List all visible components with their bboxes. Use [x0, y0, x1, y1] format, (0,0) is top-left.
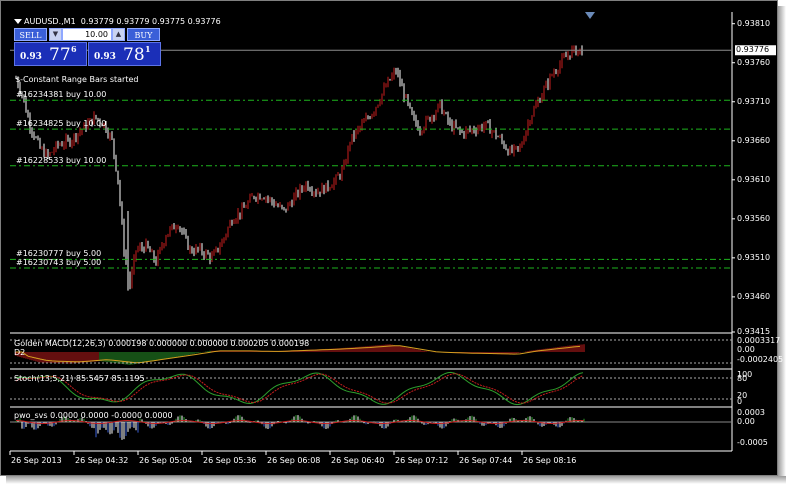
- ask-price-box[interactable]: 0.93 78 1: [88, 42, 161, 66]
- triangle-down-icon: [14, 19, 22, 24]
- one-click-trading-panel: SELL ▼ ▲ BUY 0.93 77 6 0.93 78 1: [14, 27, 161, 67]
- ask-price-prefix: 0.93: [94, 52, 116, 62]
- bid-price-pips: 77: [49, 45, 71, 65]
- time-axis-label: 26 Sep 04:32: [75, 456, 129, 465]
- order-label: #16234381 buy 10.00: [16, 90, 107, 100]
- time-axis-label: 26 Sep 05:04: [139, 456, 193, 465]
- time-axis-label: 26 Sep 07:12: [395, 456, 449, 465]
- lot-increase-button[interactable]: ▲: [112, 28, 125, 41]
- current-price-label: 0.93776: [736, 45, 770, 55]
- buy-button[interactable]: BUY: [127, 28, 160, 41]
- order-label: #16230743 buy 5.00: [16, 258, 102, 267]
- price-axis-label: 0.93760: [737, 57, 771, 67]
- time-axis-label: 26 Sep 2013: [11, 456, 62, 465]
- lot-size-input[interactable]: [62, 28, 112, 41]
- chevron-up-icon: ▲: [115, 30, 122, 38]
- ohlc-readout: 0.93779 0.93779 0.93775 0.93776: [80, 17, 221, 26]
- price-axis-label: 0.93710: [737, 96, 771, 106]
- stoch-axis-label: 0: [737, 397, 743, 406]
- bid-price-fraction: 6: [71, 44, 77, 54]
- sell-button[interactable]: SELL: [14, 28, 47, 41]
- window-shadow-bottom: [6, 476, 786, 484]
- order-label: #16234825 buy 10.00: [16, 119, 107, 129]
- pwo-axis-label: -0.0005: [737, 438, 768, 447]
- macd-axis-label: -0.0002405: [737, 355, 784, 364]
- order-label: #16228533 buy 10.00: [16, 155, 107, 165]
- price-axis-label: 0.93460: [737, 291, 771, 301]
- bid-price-prefix: 0.93: [20, 52, 42, 62]
- pwo-label: pwo_svs 0.0000 0.0000 -0.0000 0.0000: [14, 411, 173, 420]
- ask-price-pips: 78: [123, 45, 145, 65]
- pwo-axis-label: 0.00: [737, 417, 755, 426]
- status-message: s-Constant Range Bars started: [16, 75, 139, 84]
- chevron-down-icon: ▼: [52, 30, 59, 38]
- lot-decrease-button[interactable]: ▼: [49, 28, 62, 41]
- time-axis-label: 26 Sep 06:08: [267, 456, 321, 465]
- chart-canvas[interactable]: [0, 0, 778, 476]
- bid-price-box[interactable]: 0.93 77 6: [14, 42, 87, 66]
- time-axis-label: 26 Sep 07:44: [459, 456, 513, 465]
- shift-marker-icon[interactable]: [585, 12, 595, 19]
- time-axis-label: 26 Sep 06:40: [331, 456, 385, 465]
- chart-title: AUDUSD.,M1: [24, 17, 76, 26]
- price-axis-label: 0.93510: [737, 252, 771, 262]
- stoch-axis-label: 80: [737, 374, 748, 383]
- price-axis-label: 0.93660: [737, 135, 771, 145]
- time-axis-label: 26 Sep 05:36: [203, 456, 257, 465]
- ask-price-fraction: 1: [145, 44, 151, 54]
- stoch-label: Stoch(13,5,21) 85.5457 85.1195: [14, 374, 145, 383]
- window-shadow-right: [778, 6, 786, 482]
- macd-label: Golden MACD(12,26,3) 0.000198 0.000000 0…: [14, 339, 310, 348]
- macd-sublabel: D2: [14, 348, 26, 357]
- chart-header: AUDUSD.,M1 0.93779 0.93779 0.93775 0.937…: [14, 17, 221, 27]
- macd-axis-label: 0.00: [737, 345, 755, 354]
- price-axis-label: 0.93560: [737, 213, 771, 223]
- price-axis-label: 0.93810: [737, 18, 771, 28]
- time-axis-label: 26 Sep 08:16: [523, 456, 577, 465]
- price-axis-label: 0.93610: [737, 174, 771, 184]
